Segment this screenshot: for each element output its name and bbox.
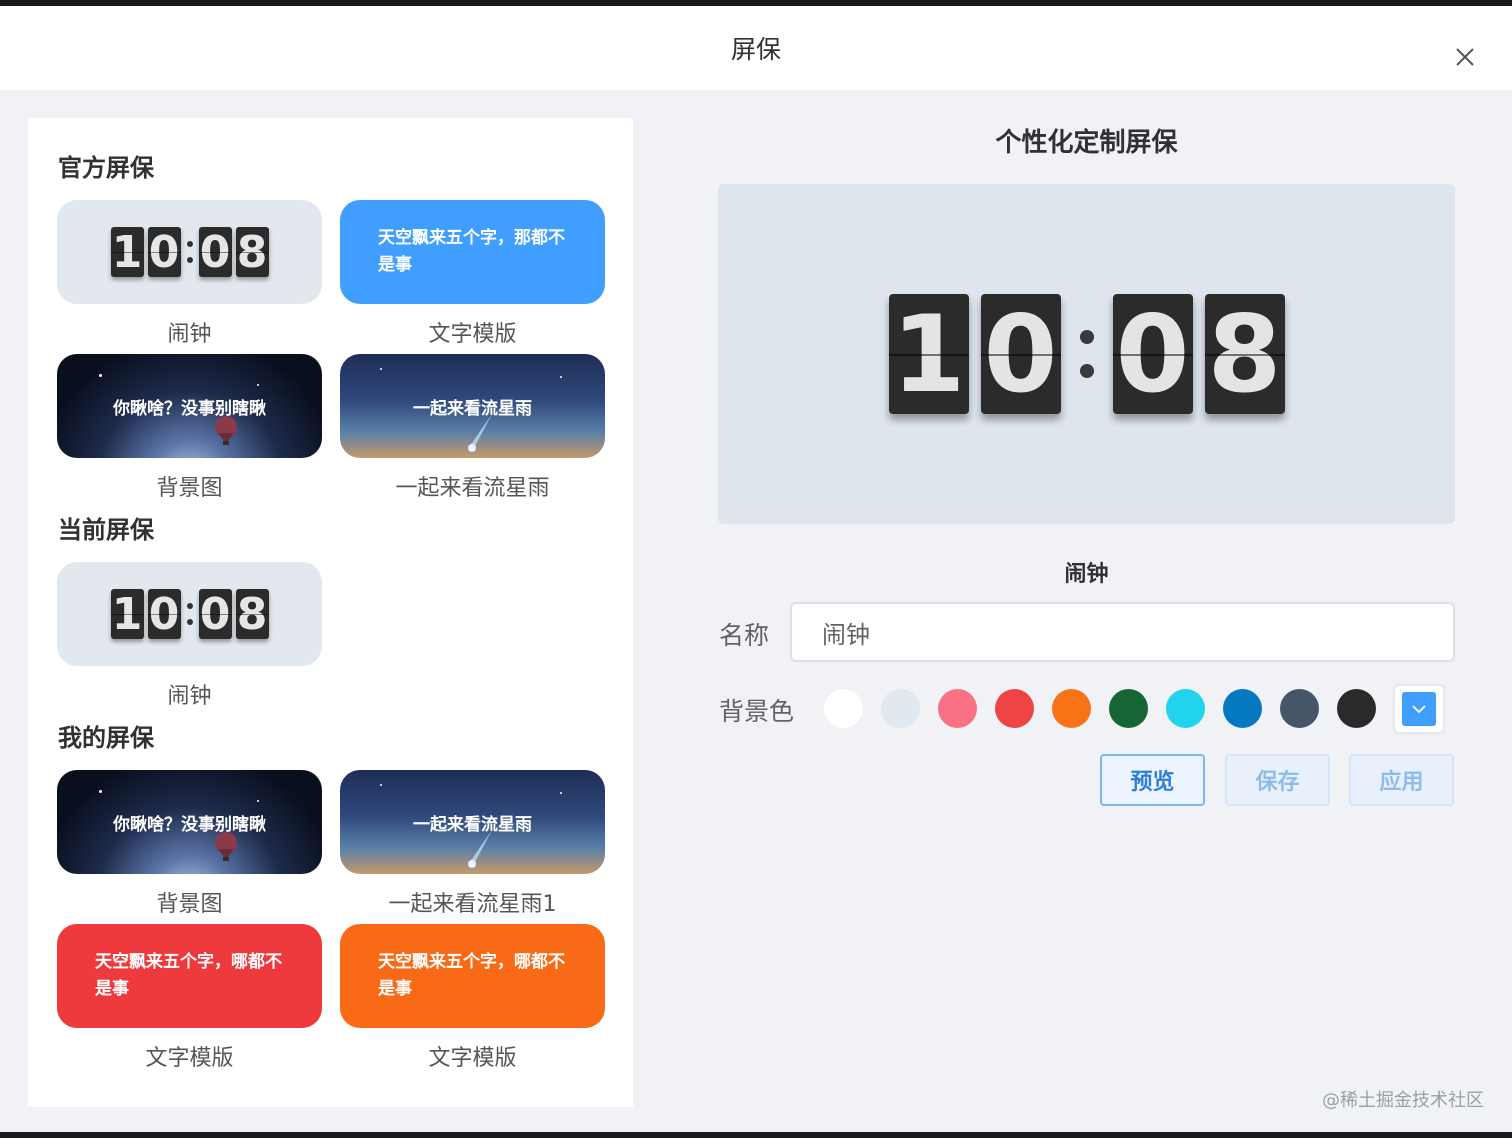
- star-decoration: [257, 800, 259, 802]
- star-decoration: [99, 374, 102, 377]
- clock-digit: 0: [198, 226, 232, 278]
- section-title-official: 官方屏保: [58, 154, 154, 182]
- official-card-text[interactable]: 天空飘来五个字，那都不是事 文字模版: [340, 200, 605, 348]
- card-label: 闹钟: [167, 684, 212, 709]
- card-thumbnail[interactable]: 你瞅啥？没事别瞎瞅: [57, 770, 322, 874]
- screensaver-dialog: 屏保 官方屏保 1 0 0 8 闹钟 天空飘来五个字，那都不是事 文字模版 你瞅…: [0, 6, 1512, 1132]
- window-bottom-strip: [0, 1132, 1512, 1138]
- color-swatch-7[interactable]: [1166, 689, 1205, 728]
- star-decoration: [560, 376, 562, 378]
- save-button[interactable]: 保存: [1225, 754, 1330, 806]
- clock-colon: [1077, 330, 1097, 378]
- meteor-icon: [468, 830, 492, 868]
- card-thumbnail[interactable]: 一起来看流星雨: [340, 354, 605, 458]
- card-thumbnail[interactable]: 你瞅啥？没事别瞎瞅: [57, 354, 322, 458]
- color-swatch-2[interactable]: [881, 689, 920, 728]
- clock-digit: 0: [198, 588, 232, 640]
- card-label: 一起来看流星雨1: [388, 892, 557, 917]
- star-decoration: [99, 790, 102, 793]
- clock-digit: 1: [888, 293, 969, 416]
- clock-digit: 0: [147, 226, 181, 278]
- color-swatch-1[interactable]: [824, 689, 863, 728]
- card-thumbnail[interactable]: 天空飘来五个字，那都不是事: [340, 200, 605, 304]
- card-thumbnail[interactable]: 天空飘来五个字，哪都不是事: [57, 924, 322, 1028]
- card-text: 天空飘来五个字，哪都不是事: [95, 952, 282, 999]
- color-swatch-8[interactable]: [1223, 689, 1262, 728]
- clock-colon: [186, 603, 193, 625]
- dialog-header: 屏保: [0, 6, 1512, 90]
- card-label: 文字模版: [428, 322, 517, 347]
- card-thumbnail[interactable]: 一起来看流星雨: [340, 770, 605, 874]
- color-swatch-3[interactable]: [938, 689, 977, 728]
- color-swatch-10[interactable]: [1337, 689, 1376, 728]
- mini-flip-clock: 1 0 0 8: [110, 226, 269, 278]
- clock-digit: 0: [980, 293, 1061, 416]
- watermark: @稀土掘金技术社区: [1322, 1090, 1484, 1111]
- card-thumbnail[interactable]: 天空飘来五个字，哪都不是事: [340, 924, 605, 1028]
- background-color-label: 背景色: [719, 697, 795, 726]
- card-text: 你瞅啥？没事别瞎瞅: [113, 814, 266, 835]
- color-picker-swatch: [1402, 692, 1436, 726]
- my-card-meteor[interactable]: 一起来看流星雨 一起来看流星雨1: [340, 770, 605, 918]
- card-text: 天空飘来五个字，那都不是事: [378, 228, 565, 275]
- star-decoration: [380, 368, 382, 370]
- official-card-meteor[interactable]: 一起来看流星雨 一起来看流星雨: [340, 354, 605, 502]
- chevron-down-icon: [1412, 705, 1426, 714]
- star-decoration: [257, 384, 259, 386]
- card-text: 天空飘来五个字，哪都不是事: [378, 952, 565, 999]
- clock-digit: 1: [110, 226, 144, 278]
- dialog-title: 屏保: [730, 35, 781, 64]
- card-label: 闹钟: [167, 322, 212, 347]
- color-swatch-6[interactable]: [1109, 689, 1148, 728]
- card-label: 一起来看流星雨: [395, 476, 550, 501]
- color-swatches: [824, 689, 1376, 728]
- card-label: 背景图: [156, 892, 223, 917]
- preview-button[interactable]: 预览: [1100, 754, 1205, 806]
- color-swatch-9[interactable]: [1280, 689, 1319, 728]
- current-card-clock[interactable]: 1 0 0 8 闹钟: [57, 562, 322, 710]
- customize-title: 个性化定制屏保: [995, 128, 1178, 158]
- card-thumbnail[interactable]: 1 0 0 8: [57, 200, 322, 304]
- flip-clock: 1 0 0 8: [888, 293, 1285, 416]
- name-input[interactable]: [790, 602, 1455, 662]
- official-card-background[interactable]: 你瞅啥？没事别瞎瞅 背景图: [57, 354, 322, 502]
- clock-digit: 0: [147, 588, 181, 640]
- hot-air-balloon-icon: [215, 416, 237, 445]
- screensaver-preview: 1 0 0 8: [718, 184, 1455, 524]
- meteor-icon: [468, 414, 492, 452]
- my-card-text-orange[interactable]: 天空飘来五个字，哪都不是事 文字模版: [340, 924, 605, 1072]
- close-button[interactable]: [1450, 42, 1480, 72]
- color-swatch-5[interactable]: [1052, 689, 1091, 728]
- card-text: 一起来看流星雨: [413, 398, 532, 419]
- close-icon: [1456, 48, 1474, 66]
- card-label: 文字模版: [428, 1046, 517, 1071]
- mini-flip-clock: 1 0 0 8: [110, 588, 269, 640]
- color-swatch-4[interactable]: [995, 689, 1034, 728]
- star-decoration: [560, 792, 562, 794]
- star-decoration: [380, 784, 382, 786]
- hot-air-balloon-icon: [215, 832, 237, 861]
- card-text: 你瞅啥？没事别瞎瞅: [113, 398, 266, 419]
- preview-name: 闹钟: [1064, 562, 1109, 587]
- apply-button[interactable]: 应用: [1349, 754, 1454, 806]
- clock-digit: 1: [110, 588, 144, 640]
- card-label: 文字模版: [145, 1046, 234, 1071]
- clock-digit: 8: [1204, 293, 1285, 416]
- clock-digit: 8: [235, 226, 269, 278]
- card-label: 背景图: [156, 476, 223, 501]
- color-picker[interactable]: [1393, 684, 1445, 734]
- my-card-text-red[interactable]: 天空飘来五个字，哪都不是事 文字模版: [57, 924, 322, 1072]
- official-card-clock[interactable]: 1 0 0 8 闹钟: [57, 200, 322, 348]
- clock-digit: 0: [1112, 293, 1193, 416]
- section-title-current: 当前屏保: [58, 516, 154, 544]
- clock-digit: 8: [235, 588, 269, 640]
- my-card-background[interactable]: 你瞅啥？没事别瞎瞅 背景图: [57, 770, 322, 918]
- section-title-mine: 我的屏保: [58, 724, 154, 752]
- clock-colon: [186, 241, 193, 263]
- card-text: 一起来看流星雨: [413, 814, 532, 835]
- name-label: 名称: [719, 621, 770, 650]
- screensaver-list-panel: 官方屏保 1 0 0 8 闹钟 天空飘来五个字，那都不是事 文字模版 你瞅啥？没…: [28, 118, 633, 1107]
- card-thumbnail[interactable]: 1 0 0 8: [57, 562, 322, 666]
